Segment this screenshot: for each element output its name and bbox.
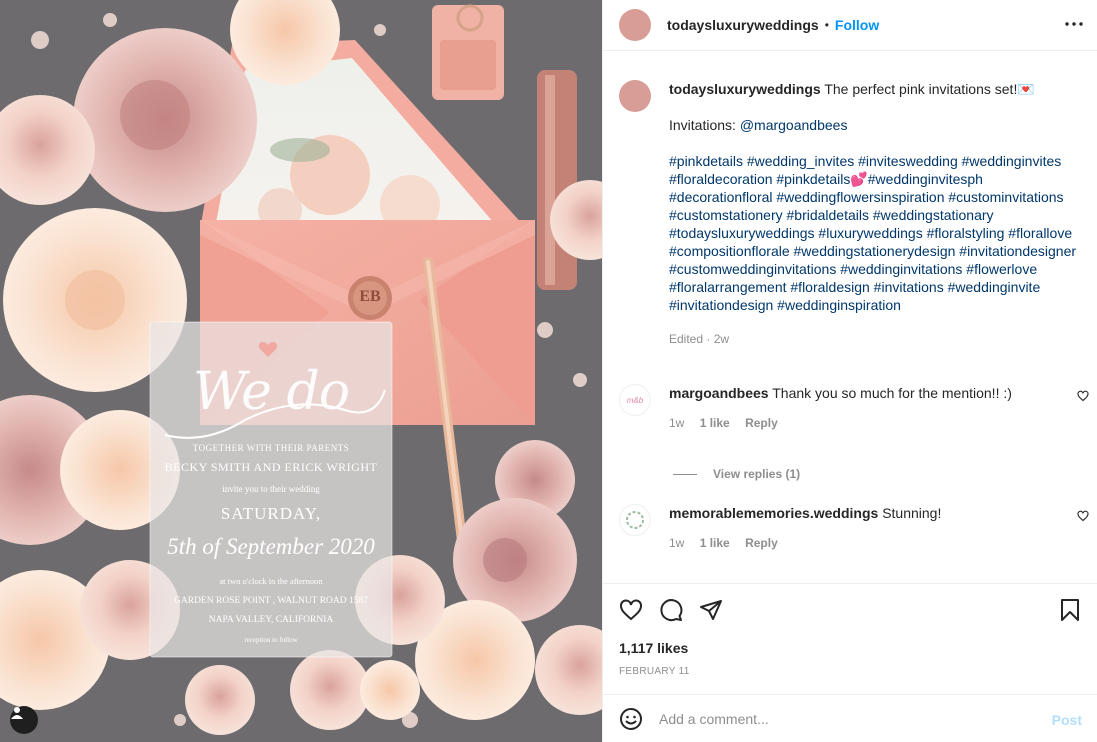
comment-icon[interactable]: [659, 598, 683, 622]
comment-text: Stunning!: [882, 505, 942, 521]
post-comment-button[interactable]: Post: [1052, 712, 1082, 728]
likes-count[interactable]: 1,117 likes: [619, 640, 688, 656]
post-header: todaysluxuryweddings • Follow: [603, 0, 1097, 51]
reply-button[interactable]: Reply: [745, 536, 778, 550]
card-line-8: NAPA VALLEY, CALIFORNIA: [208, 615, 334, 625]
comment-item: memorablememories.weddings Stunning! 1w …: [619, 504, 1089, 550]
card-line-7: GARDEN ROSE POINT , WALNUT ROAD 1587: [174, 596, 368, 606]
user-tag-icon: [11, 707, 23, 719]
mention-link[interactable]: @margoandbees: [740, 117, 848, 133]
wax-seal-monogram: EB: [359, 288, 381, 305]
post-dialog: We do TOGETHER WITH THEIR PARENTS BECKY …: [0, 0, 1097, 742]
comment-likes[interactable]: 1 like: [700, 416, 730, 430]
edited-label: Edited: [669, 332, 704, 346]
post-side-panel: todaysluxuryweddings • Follow todaysluxu…: [602, 0, 1097, 742]
tagged-users-button[interactable]: [10, 706, 38, 734]
comment-text: Thank you so much for the mention!! :): [772, 385, 1012, 401]
small-heart-icon[interactable]: [1077, 510, 1089, 522]
comment-username[interactable]: memorablememories.weddings: [669, 505, 878, 521]
more-icon: [1065, 22, 1083, 26]
view-replies-button[interactable]: View replies (1): [673, 467, 800, 481]
edited-sep: ·: [703, 332, 714, 346]
comments-section[interactable]: todaysluxuryweddings The perfect pink in…: [603, 51, 1097, 584]
comment-input[interactable]: [659, 710, 1029, 727]
heart-icon[interactable]: [619, 598, 643, 622]
card-line-3: invite you to their wedding: [222, 484, 320, 494]
share-icon[interactable]: [699, 598, 723, 622]
view-replies-line: [673, 473, 697, 475]
view-replies-label: View replies (1): [713, 467, 801, 481]
caption-hashtags[interactable]: #pinkdetails #wedding_invites #inviteswe…: [669, 152, 1089, 314]
avatar[interactable]: [619, 9, 651, 41]
card-line-2: BECKY SMITH AND ERICK WRIGHT: [164, 460, 378, 474]
reply-button[interactable]: Reply: [745, 416, 778, 430]
card-line-5: 5th of September 2020: [167, 534, 375, 559]
emoji-icon[interactable]: [619, 707, 643, 731]
add-comment-bar: Post: [603, 694, 1097, 742]
caption-meta: Edited · 2w: [669, 330, 1089, 348]
more-options-button[interactable]: [1064, 14, 1084, 34]
invitation-card: We do TOGETHER WITH THEIR PARENTS BECKY …: [150, 322, 392, 657]
card-line-1: TOGETHER WITH THEIR PARENTS: [192, 443, 350, 453]
post-image[interactable]: We do TOGETHER WITH THEIR PARENTS BECKY …: [0, 0, 602, 742]
comment-username[interactable]: margoandbees: [669, 385, 769, 401]
caption-username[interactable]: todaysluxuryweddings: [669, 81, 821, 97]
card-script: We do: [192, 362, 350, 422]
header-username[interactable]: todaysluxuryweddings: [667, 17, 819, 33]
caption-avatar[interactable]: [619, 80, 651, 112]
comment-avatar[interactable]: [619, 504, 651, 536]
comment-avatar[interactable]: m&b: [619, 384, 651, 416]
follow-button[interactable]: Follow: [835, 17, 879, 33]
bookmark-icon[interactable]: [1058, 598, 1082, 622]
wreath-logo-icon: [626, 511, 644, 529]
edited-time[interactable]: 2w: [714, 332, 729, 346]
comment-item: m&b margoandbees Thank you so much for t…: [619, 384, 1089, 430]
card-line-9: reception to follow: [244, 636, 298, 644]
card-line-4: SATURDAY,: [220, 504, 322, 523]
card-line-6: at two o'clock in the afternoon: [219, 576, 323, 586]
comment-time[interactable]: 1w: [669, 416, 684, 430]
header-separator: •: [824, 18, 829, 32]
caption: todaysluxuryweddings The perfect pink in…: [619, 80, 1089, 348]
comment-likes[interactable]: 1 like: [700, 536, 730, 550]
post-date[interactable]: FEBRUARY 11: [619, 666, 690, 677]
comment-time[interactable]: 1w: [669, 536, 684, 550]
caption-text: The perfect pink invitations set!💌: [824, 81, 1035, 97]
small-heart-icon[interactable]: [1077, 390, 1089, 402]
invitations-prefix: Invitations:: [669, 117, 740, 133]
action-bar: [619, 598, 1082, 624]
